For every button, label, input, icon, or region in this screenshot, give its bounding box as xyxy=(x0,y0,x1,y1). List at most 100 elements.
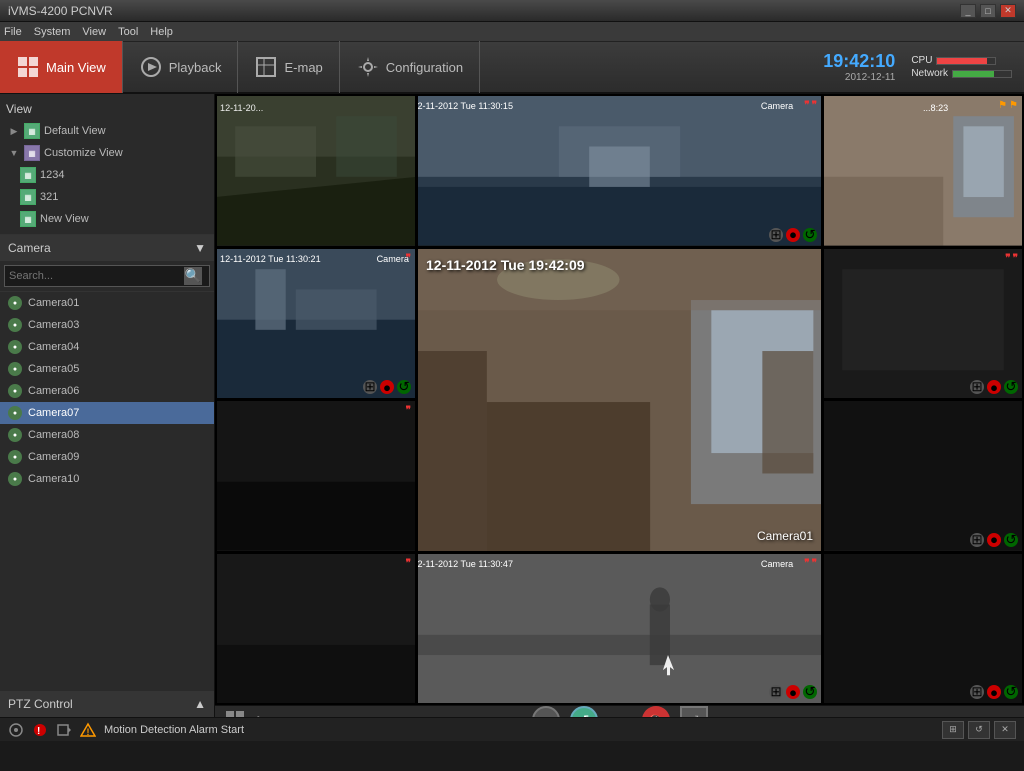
refresh-btn-r3c3[interactable]: ↺ xyxy=(1004,533,1018,547)
expand-button[interactable]: ⤢ xyxy=(680,706,708,717)
minimize-button[interactable]: _ xyxy=(960,4,976,18)
camera-cell-large[interactable]: 12-11-2012 Tue 19:42:09 Camera01 xyxy=(417,248,822,552)
refresh-btn-r4c2[interactable]: ↺ xyxy=(803,685,817,699)
sidebar: View ▶ ▦ Default View ▼ ▦ Customize View… xyxy=(0,94,215,717)
camera-cell-r4c1[interactable]: ❞ xyxy=(216,553,416,705)
camera-label-Camera06: Camera06 xyxy=(28,385,79,397)
stop-all-button[interactable]: ■ xyxy=(532,706,560,717)
camera-item-Camera04[interactable]: ● Camera04 xyxy=(0,336,214,358)
status-warn-icon: ! xyxy=(80,722,96,738)
status-btn-1[interactable]: ⊞ xyxy=(942,721,964,739)
camera-cell-r4c3[interactable]: ⊞ ● ↺ xyxy=(823,553,1023,705)
search-wrap: 🔍 xyxy=(4,265,210,287)
camera-search-input[interactable] xyxy=(4,265,210,287)
screenshot-btn-r3c3[interactable]: ⊞ xyxy=(970,533,984,547)
camera-section-header[interactable]: Camera ▼ xyxy=(0,235,214,261)
camera-item-Camera06[interactable]: ● Camera06 xyxy=(0,380,214,402)
menu-tool[interactable]: Tool xyxy=(118,26,138,38)
mute-button[interactable]: 🔇 xyxy=(642,706,670,717)
camera-cell-r2c1[interactable]: 12-11-2012 Tue 11:30:21 Camera ❞ ⊞ ● ↺ xyxy=(216,248,416,400)
camera-item-Camera10[interactable]: ● Camera10 xyxy=(0,468,214,490)
r1c2-controls: ⊞ ● ↺ xyxy=(769,228,817,242)
camera-item-Camera03[interactable]: ● Camera03 xyxy=(0,314,214,336)
bottom-toolbar: ▶ ■ ↺ ▼ 🔇 ⤢ xyxy=(215,705,1024,717)
camera-list: ● Camera01 ● Camera03 ● Camera04 ● Camer… xyxy=(0,292,214,691)
camera-item-Camera09[interactable]: ● Camera09 xyxy=(0,446,214,468)
menu-view[interactable]: View xyxy=(82,26,106,38)
alarm-icon-r3c1: ❞ xyxy=(406,405,411,416)
camera-cell-r2c3[interactable]: ❞ ❞ ⊞ ● ↺ xyxy=(823,248,1023,400)
nav-configuration[interactable]: Configuration xyxy=(340,41,480,93)
camera-cell-r3c1[interactable]: ❞ xyxy=(216,400,416,552)
alarm2-icon-r2c3: ❞ xyxy=(1013,253,1018,264)
alarm-q-icon-r1c2: ❞ xyxy=(804,100,809,111)
menu-system[interactable]: System xyxy=(34,26,71,38)
stop-btn-r3c3[interactable]: ● xyxy=(987,533,1001,547)
close-button[interactable]: ✕ xyxy=(1000,4,1016,18)
main-view-icon xyxy=(16,55,40,79)
emap-label: E-map xyxy=(284,60,322,75)
camera-icon-Camera10: ● xyxy=(8,472,22,486)
camera-item-Camera01[interactable]: ● Camera01 xyxy=(0,292,214,314)
r2c3-controls: ⊞ ● ↺ xyxy=(970,380,1018,394)
next-button[interactable]: ▶ xyxy=(251,708,275,717)
alarm-icon-r1c3: ⚑ xyxy=(998,100,1007,111)
screenshot-btn-r2c1[interactable]: ⊞ xyxy=(363,380,377,394)
camera-item-Camera08[interactable]: ● Camera08 xyxy=(0,424,214,446)
camera-item-Camera07[interactable]: ● Camera07 xyxy=(0,402,214,424)
screenshot-btn-r2c3[interactable]: ⊞ xyxy=(970,380,984,394)
refresh-btn-r2c3[interactable]: ↺ xyxy=(1004,380,1018,394)
svg-text:12-11-2012 Tue 11:30:15: 12-11-2012 Tue 11:30:15 xyxy=(418,101,513,111)
configuration-label: Configuration xyxy=(386,60,463,75)
ptz-title: PTZ Control xyxy=(8,697,73,711)
tree-item-customize-view[interactable]: ▼ ▦ Customize View xyxy=(4,142,210,164)
tree-item-default-view[interactable]: ▶ ▦ Default View xyxy=(4,120,210,142)
resource-bars: CPU Network xyxy=(911,55,1012,79)
statusbar: ! ! Motion Detection Alarm Start ⊞ ↺ ✕ xyxy=(0,717,1024,741)
refresh-btn-r2c1[interactable]: ↺ xyxy=(397,380,411,394)
camera-cell-r4c2[interactable]: 12-11-2012 Tue 11:30:47 Camera ❞ ❞ ⊞ ● ↺ xyxy=(417,553,822,705)
toolbar-left: ▶ xyxy=(223,708,275,717)
camera-cell-r1c1[interactable]: 12-11-20... xyxy=(216,95,416,247)
emap-icon xyxy=(254,55,278,79)
date-display: 2012-12-11 xyxy=(845,72,895,83)
dropdown-arrow-button[interactable]: ▼ xyxy=(608,708,632,717)
menu-help[interactable]: Help xyxy=(150,26,173,38)
refresh-btn-r1c2[interactable]: ↺ xyxy=(803,228,817,242)
ptz-section[interactable]: PTZ Control ▲ xyxy=(0,691,214,717)
camera-item-Camera05[interactable]: ● Camera05 xyxy=(0,358,214,380)
stop-btn-r4c2[interactable]: ● xyxy=(786,685,800,699)
camera-icon-Camera07: ● xyxy=(8,406,22,420)
camera-icon-Camera06: ● xyxy=(8,384,22,398)
stop-btn-r1c2[interactable]: ● xyxy=(786,228,800,242)
default-view-label: Default View xyxy=(44,125,106,137)
status-btn-2[interactable]: ↺ xyxy=(968,721,990,739)
status-btn-3[interactable]: ✕ xyxy=(994,721,1016,739)
tree-item-321[interactable]: ▦ 321 xyxy=(16,186,210,208)
default-view-icon: ▦ xyxy=(24,123,40,139)
camera-label-Camera05: Camera05 xyxy=(28,363,79,375)
refresh-all-button[interactable]: ↺ xyxy=(570,706,598,717)
nav-emap[interactable]: E-map xyxy=(238,41,339,93)
camera-cell-r1c3[interactable]: ...8:23 ⚑ ⚑ xyxy=(823,95,1023,247)
camera-search-button[interactable]: 🔍 xyxy=(184,267,202,285)
camera-cell-r1c2[interactable]: 12-11-2012 Tue 11:30:15 Camera ❞ ❞ ⊞ ● ↺ xyxy=(417,95,822,247)
svg-text:12-11-2012 Tue 11:30:21: 12-11-2012 Tue 11:30:21 xyxy=(220,254,321,264)
customize-view-icon: ▦ xyxy=(24,145,40,161)
menu-file[interactable]: File xyxy=(4,26,22,38)
tree-item-new-view[interactable]: ▦ New View xyxy=(16,208,210,230)
stop-btn-r2c3[interactable]: ● xyxy=(987,380,1001,394)
tree-item-1234[interactable]: ▦ 1234 xyxy=(16,164,210,186)
stop-btn-r4c3[interactable]: ● xyxy=(987,685,1001,699)
nav-main-view[interactable]: Main View xyxy=(0,41,123,93)
layout-button[interactable] xyxy=(223,708,247,717)
screenshot-btn-r4c3[interactable]: ⊞ xyxy=(970,685,984,699)
camera-cell-r3c3[interactable]: ⊞ ● ↺ xyxy=(823,400,1023,552)
alarm-icon-r4c1: ❞ xyxy=(406,558,411,569)
nav-playback[interactable]: Playback xyxy=(123,41,239,93)
refresh-btn-r4c3[interactable]: ↺ xyxy=(1004,685,1018,699)
screenshot-btn-r4c2[interactable]: ⊞ xyxy=(769,685,783,699)
restore-button[interactable]: □ xyxy=(980,4,996,18)
stop-btn-r2c1[interactable]: ● xyxy=(380,380,394,394)
screenshot-btn-r1c2[interactable]: ⊞ xyxy=(769,228,783,242)
